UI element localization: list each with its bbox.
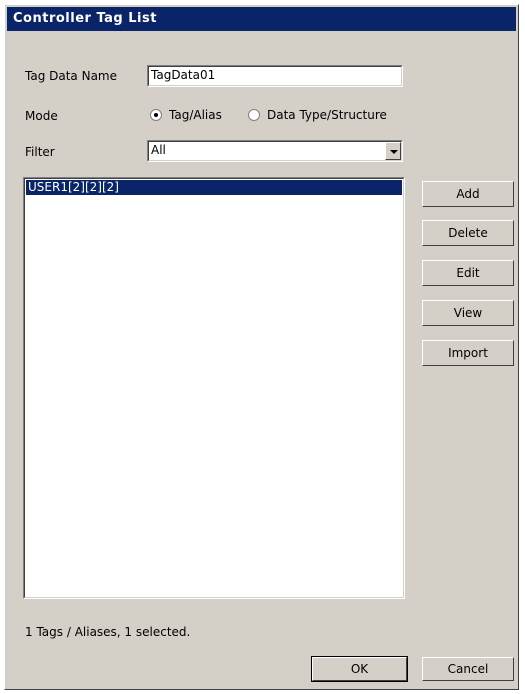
view-button[interactable]: View	[422, 300, 514, 326]
tag-data-name-label: Tag Data Name	[25, 69, 117, 83]
tag-list-box[interactable]: USER1[2][2][2]	[23, 177, 405, 599]
tag-data-name-input[interactable]: TagData01	[147, 65, 403, 87]
mode-label: Mode	[25, 109, 58, 123]
radio-unselected-icon	[248, 109, 260, 121]
filter-dropdown[interactable]: All	[147, 140, 403, 162]
edit-button[interactable]: Edit	[422, 260, 514, 286]
status-text: 1 Tags / Aliases, 1 selected.	[25, 625, 191, 639]
filter-value: All	[151, 143, 166, 157]
controller-tag-list-dialog: Controller Tag List Tag Data Name TagDat…	[4, 4, 519, 690]
list-item[interactable]: USER1[2][2][2]	[26, 180, 402, 195]
chevron-down-icon[interactable]	[385, 142, 401, 160]
import-button[interactable]: Import	[422, 340, 514, 366]
tag-data-name-value: TagData01	[151, 68, 216, 82]
filter-label: Filter	[25, 145, 55, 159]
cancel-button[interactable]: Cancel	[422, 657, 514, 681]
mode-radio-tag-alias[interactable]: Tag/Alias	[147, 107, 237, 123]
mode-radio-data-type-structure[interactable]: Data Type/Structure	[245, 107, 405, 123]
delete-button[interactable]: Delete	[422, 220, 514, 246]
ok-button[interactable]: OK	[311, 656, 408, 682]
mode-option-tag-alias: Tag/Alias	[169, 108, 222, 122]
window-title: Controller Tag List	[7, 7, 516, 31]
radio-selected-icon	[150, 109, 162, 121]
mode-option-data-type-structure: Data Type/Structure	[267, 108, 387, 122]
add-button[interactable]: Add	[422, 181, 514, 207]
